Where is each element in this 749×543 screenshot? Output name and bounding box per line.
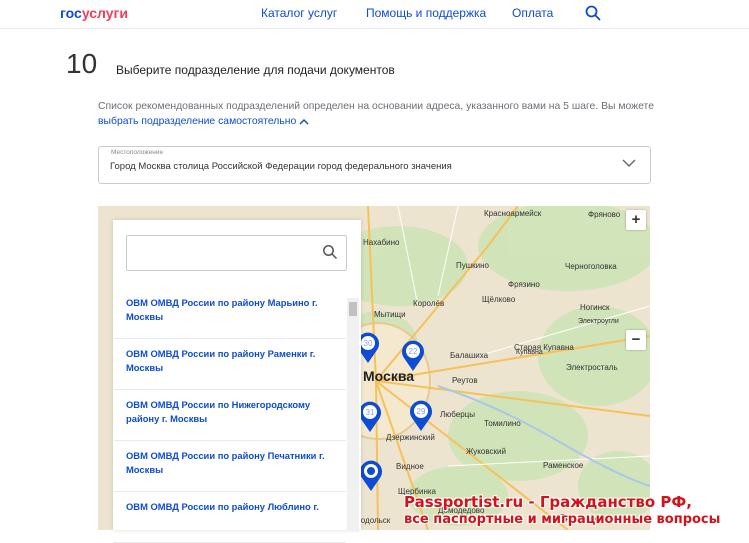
map-label-tomilino: Томилино bbox=[484, 419, 521, 428]
office-list-panel: ОВМ ОМВД России по району Марьино г. Мос… bbox=[113, 220, 361, 543]
info-text: Список рекомендованных подразделений опр… bbox=[98, 99, 658, 129]
choose-self-link[interactable]: выбрать подразделение самостоятельно bbox=[98, 116, 296, 127]
map-label-dzerzhinsky: Дзержинский bbox=[386, 433, 435, 442]
list-scrollbar[interactable] bbox=[347, 298, 359, 530]
map-label-chernogolovka: Черноголовка bbox=[565, 262, 617, 271]
zoom-in-button[interactable]: + bbox=[626, 210, 646, 230]
svg-text:22: 22 bbox=[409, 347, 418, 356]
map-label-reutov: Реутов bbox=[452, 376, 478, 385]
nav-help[interactable]: Помощь и поддержка bbox=[366, 6, 486, 20]
gosuslugi-logo[interactable]: госуслуги bbox=[60, 5, 128, 21]
logo-part2: услуги bbox=[81, 5, 128, 21]
office-item-nizhegorodsky[interactable]: ОВМ ОМВД России по Нижегородскому району… bbox=[114, 390, 346, 441]
office-item-ramenki[interactable]: ОВМ ОМВД России по району Раменки г. Мос… bbox=[114, 339, 346, 390]
chevron-down-icon bbox=[622, 159, 636, 167]
zoom-out-button[interactable]: − bbox=[626, 330, 646, 350]
nav-payment[interactable]: Оплата bbox=[512, 6, 553, 20]
location-label: Местоположение bbox=[111, 149, 164, 156]
search-icon[interactable] bbox=[322, 244, 338, 260]
watermark-line1: Passportist.ru - Гражданство РФ, bbox=[404, 493, 692, 511]
map-label-kupavna: Купавна bbox=[516, 349, 543, 356]
svg-text:29: 29 bbox=[417, 407, 426, 416]
nav-catalog[interactable]: Каталог услуг bbox=[261, 6, 337, 20]
step-number: 10 bbox=[66, 48, 98, 79]
watermark: Passportist.ru - Гражданство РФ, все пас… bbox=[380, 492, 749, 530]
map-label-nakhabino: Нахабино bbox=[363, 238, 400, 247]
map-marker-31[interactable]: 31 bbox=[358, 401, 382, 433]
svg-text:30: 30 bbox=[364, 339, 373, 348]
search-icon[interactable] bbox=[584, 4, 602, 22]
svg-text:31: 31 bbox=[366, 408, 375, 417]
chevron-up-icon[interactable] bbox=[299, 118, 309, 125]
location-value: Город Москва столица Российской Федераци… bbox=[110, 161, 452, 172]
map-marker-selected[interactable] bbox=[359, 460, 383, 492]
map-marker-22[interactable]: 22 bbox=[401, 340, 425, 372]
location-select[interactable]: Местоположение Город Москва столица Росс… bbox=[98, 146, 651, 184]
top-bar: госуслуги Каталог услуг Помощь и поддерж… bbox=[0, 0, 749, 29]
step-title: Выберите подразделение для подачи докуме… bbox=[116, 63, 395, 77]
map-label-noginsk: Ногинск bbox=[580, 303, 610, 312]
map-label-mytishchi: Мытищи bbox=[374, 310, 406, 319]
map-label-krasnoarmeysk: Красноармейск bbox=[484, 209, 542, 218]
map-label-pushkino: Пушкино bbox=[456, 261, 490, 270]
logo-part1: гос bbox=[60, 5, 82, 21]
map-label-fryazino: Фрязино bbox=[508, 280, 540, 289]
office-item-pechatniki[interactable]: ОВМ ОМВД России по району Печатники г. М… bbox=[114, 441, 346, 492]
map-label-balashikha: Балашиха bbox=[450, 351, 489, 360]
map-label-lyubertsy: Люберцы bbox=[440, 410, 475, 419]
scrollbar-thumb[interactable] bbox=[349, 302, 357, 316]
office-item-marino[interactable]: ОВМ ОМВД России по району Марьино г. Мос… bbox=[114, 288, 346, 339]
office-item-lyublino[interactable]: ОВМ ОМВД России по району Люблино г. bbox=[114, 492, 346, 543]
map-label-elektrougli: Электроугли bbox=[578, 318, 619, 325]
office-search-input[interactable] bbox=[126, 235, 347, 271]
map-label-zhukovsky: Жуковский bbox=[466, 447, 506, 456]
map-label-korolev: Королёв bbox=[413, 299, 445, 308]
info-body: Список рекомендованных подразделений опр… bbox=[98, 101, 654, 112]
office-list: ОВМ ОМВД России по району Марьино г. Мос… bbox=[114, 288, 346, 543]
map-marker-29[interactable]: 29 bbox=[409, 400, 433, 432]
map-label-elektrostal: Электросталь bbox=[566, 363, 618, 372]
map-label-shchyolkovo: Щёлково bbox=[482, 295, 516, 304]
watermark-line2: все паспортные и миграционные вопросы bbox=[404, 512, 721, 527]
map-label-vidnoe: Видное bbox=[396, 462, 424, 471]
map-label-fryanovo: Фряново bbox=[588, 210, 621, 219]
map-label-ramenskoe: Раменское bbox=[543, 461, 584, 470]
